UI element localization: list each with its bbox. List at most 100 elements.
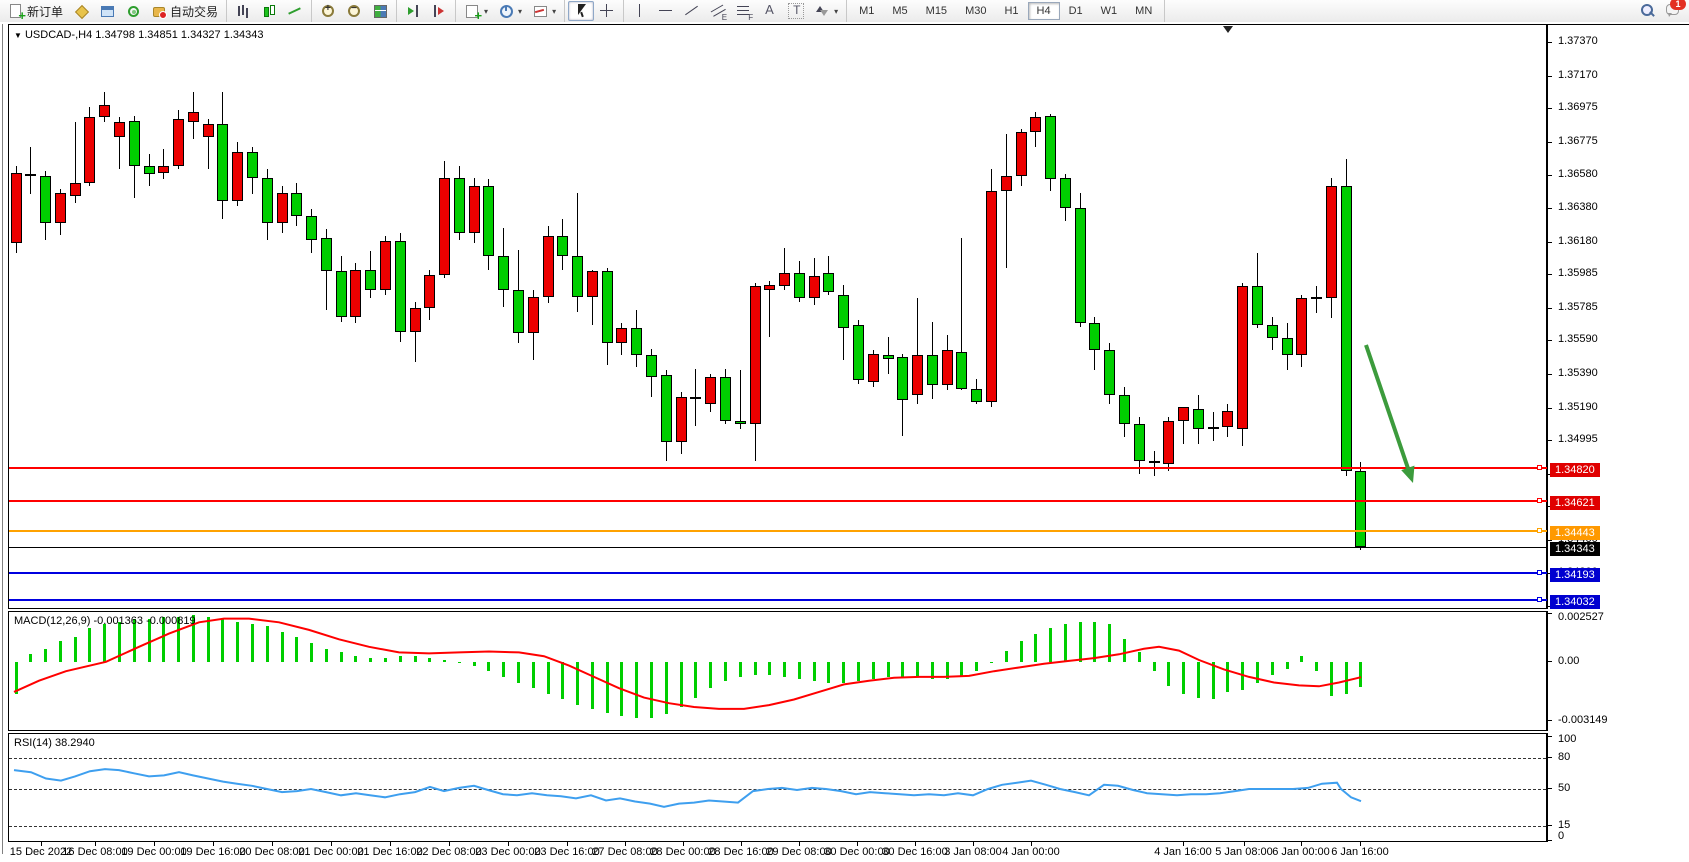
- timeframe-M30-button[interactable]: M30: [956, 2, 995, 20]
- crosshair-button[interactable]: [594, 1, 620, 21]
- terminal-button[interactable]: [94, 1, 120, 21]
- time-axis-label: 22 Dec 08:00: [416, 846, 481, 858]
- autotrading-button[interactable]: 自动交易: [146, 1, 223, 22]
- templates-dropdown-icon[interactable]: ▾: [552, 7, 556, 16]
- terminal-icon: [99, 3, 115, 19]
- price-tick: [1548, 108, 1552, 109]
- text-button[interactable]: [757, 1, 783, 21]
- price-axis-label: 1.36580: [1558, 168, 1598, 180]
- chart-title-text: USDCAD-,H4 1.34798 1.34851 1.34327 1.343…: [25, 29, 264, 41]
- macd-tick: [1548, 661, 1552, 662]
- main-chart-panel[interactable]: ▼ USDCAD-,H4 1.34798 1.34851 1.34327 1.3…: [8, 24, 1547, 609]
- macd-axis-label: 0.002527: [1558, 611, 1604, 623]
- candle-chart-button[interactable]: [256, 1, 282, 21]
- toolbar-group-objects-add: ▾ ▾ ▾: [456, 0, 565, 22]
- arrows-button[interactable]: ▾: [809, 1, 843, 21]
- toolbar-group-zoom: [312, 0, 397, 22]
- time-axis-label: 19 Dec 00:00: [121, 846, 186, 858]
- chart-shift-marker-icon[interactable]: [1223, 26, 1233, 33]
- chart-window: ▼ USDCAD-,H4 1.34798 1.34851 1.34327 1.3…: [0, 22, 1689, 862]
- bar-chart-button[interactable]: [230, 1, 256, 21]
- periods-dropdown-icon[interactable]: ▾: [518, 7, 522, 16]
- timeframe-W1-button[interactable]: W1: [1092, 2, 1127, 20]
- horizontal-line-icon: [658, 3, 674, 19]
- toolbar-group-pointer: [565, 0, 624, 22]
- new-order-icon: [8, 3, 24, 19]
- time-axis-label: 23 Dec 00:00: [475, 846, 540, 858]
- price-tick: [1548, 175, 1552, 176]
- macd-axis: 0.0025270.00-0.003149: [1547, 611, 1689, 731]
- timeframe-H4-button[interactable]: H4: [1028, 2, 1060, 20]
- equidistant-channel-button[interactable]: [705, 1, 731, 21]
- auto-scroll-icon: [405, 3, 421, 19]
- rsi-tick: [1548, 736, 1552, 737]
- trendline-icon: [684, 3, 700, 19]
- price-tick: [1548, 540, 1552, 541]
- timeframe-D1-button[interactable]: D1: [1060, 2, 1092, 20]
- macd-axis-label: -0.003149: [1558, 714, 1608, 726]
- rsi-panel[interactable]: RSI(14) 38.2940: [8, 733, 1547, 842]
- time-axis[interactable]: 15 Dec 202216 Dec 08:0019 Dec 00:0019 De…: [8, 842, 1689, 862]
- price-axis[interactable]: 1.373701.371701.369751.367751.365801.363…: [1547, 24, 1689, 609]
- price-axis-label: 1.36975: [1558, 101, 1598, 113]
- price-tick: [1548, 42, 1552, 43]
- timeframe-M1-button[interactable]: M1: [850, 2, 883, 20]
- rsi-label: RSI(14) 38.2940: [14, 737, 95, 749]
- horizontal-line-button[interactable]: [653, 1, 679, 21]
- line-chart-icon: [287, 3, 303, 19]
- candle-chart-icon: [261, 3, 277, 19]
- strategy-tester-button[interactable]: [120, 1, 146, 21]
- timeframe-M5-button[interactable]: M5: [883, 2, 916, 20]
- indicators-button[interactable]: ▾: [459, 1, 493, 21]
- timeframe-M15-button[interactable]: M15: [917, 2, 956, 20]
- arrows-dropdown-icon[interactable]: ▾: [834, 7, 838, 16]
- macd-panel[interactable]: MACD(12,26,9) -0.001363 -0.000819: [8, 611, 1547, 731]
- time-axis-label: 19 Dec 16:00: [180, 846, 245, 858]
- indicators-dropdown-icon[interactable]: ▾: [484, 7, 488, 16]
- metaeditor-button[interactable]: [68, 1, 94, 21]
- price-tick: [1548, 208, 1552, 209]
- macd-values: -0.001363 -0.000819: [93, 615, 195, 627]
- strategy-tester-icon: [125, 3, 141, 19]
- templates-button[interactable]: ▾: [527, 1, 561, 21]
- time-axis-label: 20 Dec 08:00: [239, 846, 304, 858]
- collapse-triangle-icon[interactable]: ▼: [14, 31, 22, 40]
- trendline-button[interactable]: [679, 1, 705, 21]
- arrow-annotation[interactable]: [9, 25, 1548, 610]
- text-label-button[interactable]: [783, 1, 809, 21]
- timeframe-MN-button[interactable]: MN: [1126, 2, 1161, 20]
- bar-chart-icon: [235, 3, 251, 19]
- time-axis-label: 6 Jan 00:00: [1272, 846, 1330, 858]
- tile-windows-icon: [372, 3, 388, 19]
- time-axis-label: 6 Jan 16:00: [1331, 846, 1389, 858]
- price-tick: [1548, 242, 1552, 243]
- time-axis-label: 28 Dec 00:00: [650, 846, 715, 858]
- zoom-out-button[interactable]: [341, 1, 367, 21]
- auto-scroll-button[interactable]: [400, 1, 426, 21]
- price-axis-label: 1.37170: [1558, 69, 1598, 81]
- macd-tick: [1548, 613, 1552, 614]
- zoom-in-button[interactable]: [315, 1, 341, 21]
- current-price-price-label: 1.34343: [1550, 542, 1600, 556]
- new-order-button[interactable]: 新订单: [3, 1, 68, 22]
- rsi-value: 38.2940: [55, 737, 95, 749]
- metatrader-window: 新订单 自动交易 ▾ ▾ ▾ ▾ M1M5M15M30H1H4D1W1MN 1 ▼ USDCA…: [0, 0, 1689, 862]
- cursor-icon: [573, 3, 589, 19]
- support-blue-2-price-label: 1.34032: [1550, 595, 1600, 609]
- cursor-button[interactable]: [568, 1, 594, 21]
- indicators-icon: [464, 3, 480, 19]
- fibonacci-button[interactable]: [731, 1, 757, 21]
- price-axis-label: 1.36380: [1558, 201, 1598, 213]
- price-tick: [1548, 308, 1552, 309]
- line-chart-button[interactable]: [282, 1, 308, 21]
- chart-shift-button[interactable]: [426, 1, 452, 21]
- tile-windows-button[interactable]: [367, 1, 393, 21]
- vertical-line-button[interactable]: [627, 1, 653, 21]
- time-axis-label: 23 Dec 16:00: [534, 846, 599, 858]
- rsi-line: [9, 734, 1548, 843]
- timeframe-H1-button[interactable]: H1: [995, 2, 1027, 20]
- periods-button[interactable]: ▾: [493, 1, 527, 21]
- notifications-button[interactable]: 1: [1665, 2, 1681, 21]
- time-axis-label: 30 Dec 16:00: [882, 846, 947, 858]
- search-button[interactable]: [1639, 2, 1655, 21]
